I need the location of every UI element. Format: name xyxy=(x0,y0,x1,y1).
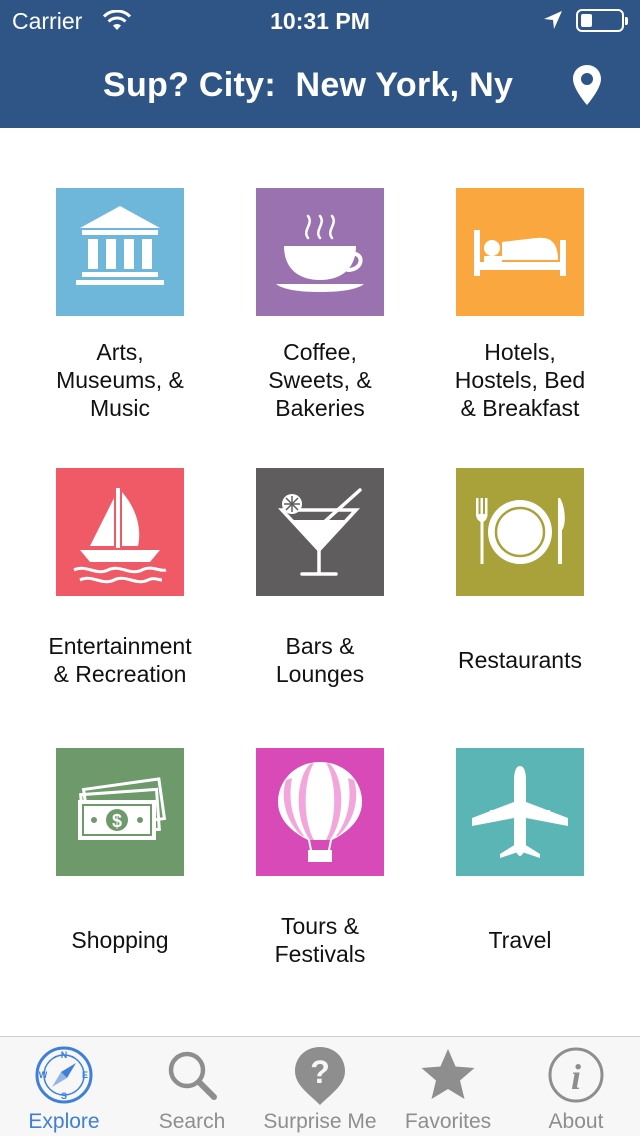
tab-search[interactable]: Search xyxy=(128,1037,256,1136)
category-shopping[interactable]: $ Shopping xyxy=(20,688,220,958)
category-bars[interactable]: Bars & Lounges xyxy=(220,408,420,687)
money-icon: $ xyxy=(56,748,184,876)
hot-air-balloon-icon xyxy=(256,748,384,876)
tab-label: Favorites xyxy=(404,1110,492,1133)
category-label: Entertainment & Recreation xyxy=(48,633,192,687)
search-icon xyxy=(168,1051,217,1100)
tab-bar: N S E W Explore Search ? Surprise Me Fav… xyxy=(0,1036,640,1136)
map-pin-icon[interactable] xyxy=(572,64,602,106)
question-icon: ? xyxy=(295,1047,345,1105)
svg-text:?: ? xyxy=(310,1054,330,1090)
header: Carrier 10:31 PM Sup? City: New York, Ny xyxy=(0,0,640,128)
svg-text:W: W xyxy=(39,1070,48,1080)
tab-about[interactable]: i About xyxy=(512,1037,640,1136)
page-title: Sup? City: New York, Ny xyxy=(103,66,514,104)
category-entertainment[interactable]: Entertainment & Recreation xyxy=(20,408,220,687)
tab-label: About xyxy=(548,1110,604,1133)
svg-text:S: S xyxy=(61,1091,67,1101)
category-label: Restaurants xyxy=(457,647,582,673)
airplane-icon xyxy=(456,748,584,876)
tab-label: Surprise Me xyxy=(263,1110,377,1133)
category-tours[interactable]: Tours & Festivals xyxy=(220,688,420,967)
tab-favorites[interactable]: Favorites xyxy=(384,1037,512,1136)
category-label: Tours & Festivals xyxy=(274,913,366,967)
category-grid: Arts, Museums, & Music Coffee, Sweets, &… xyxy=(0,128,640,1036)
svg-text:$: $ xyxy=(112,811,122,831)
category-coffee[interactable]: Coffee, Sweets, & Bakeries xyxy=(220,128,420,421)
battery-icon xyxy=(576,9,628,32)
cocktail-icon xyxy=(256,468,384,596)
bed-icon xyxy=(456,188,584,316)
tab-explore[interactable]: N S E W Explore xyxy=(0,1037,128,1136)
plate-icon xyxy=(456,468,584,596)
category-hotels[interactable]: Hotels, Hostels, Bed & Breakfast xyxy=(420,128,620,421)
category-label: Bars & Lounges xyxy=(275,633,365,687)
category-label: Travel xyxy=(488,927,552,953)
tab-label: Search xyxy=(158,1110,226,1133)
category-travel[interactable]: Travel xyxy=(420,688,620,958)
category-label: Shopping xyxy=(71,927,169,953)
title-row: Sup? City: New York, Ny xyxy=(0,62,640,110)
star-icon xyxy=(421,1049,475,1099)
museum-icon xyxy=(56,188,184,316)
location-arrow-icon xyxy=(544,11,562,29)
status-bar: Carrier 10:31 PM xyxy=(0,0,640,40)
compass-icon: N S E W xyxy=(35,1046,93,1104)
tab-surprise-me[interactable]: ? Surprise Me xyxy=(256,1037,384,1136)
svg-text:E: E xyxy=(82,1070,88,1080)
category-restaurants[interactable]: Restaurants xyxy=(420,408,620,678)
svg-text:N: N xyxy=(61,1050,68,1060)
coffee-cup-icon xyxy=(256,188,384,316)
category-arts[interactable]: Arts, Museums, & Music xyxy=(20,128,220,421)
svg-text:i: i xyxy=(571,1057,581,1097)
sailboat-icon xyxy=(56,468,184,596)
info-icon: i xyxy=(548,1047,604,1103)
